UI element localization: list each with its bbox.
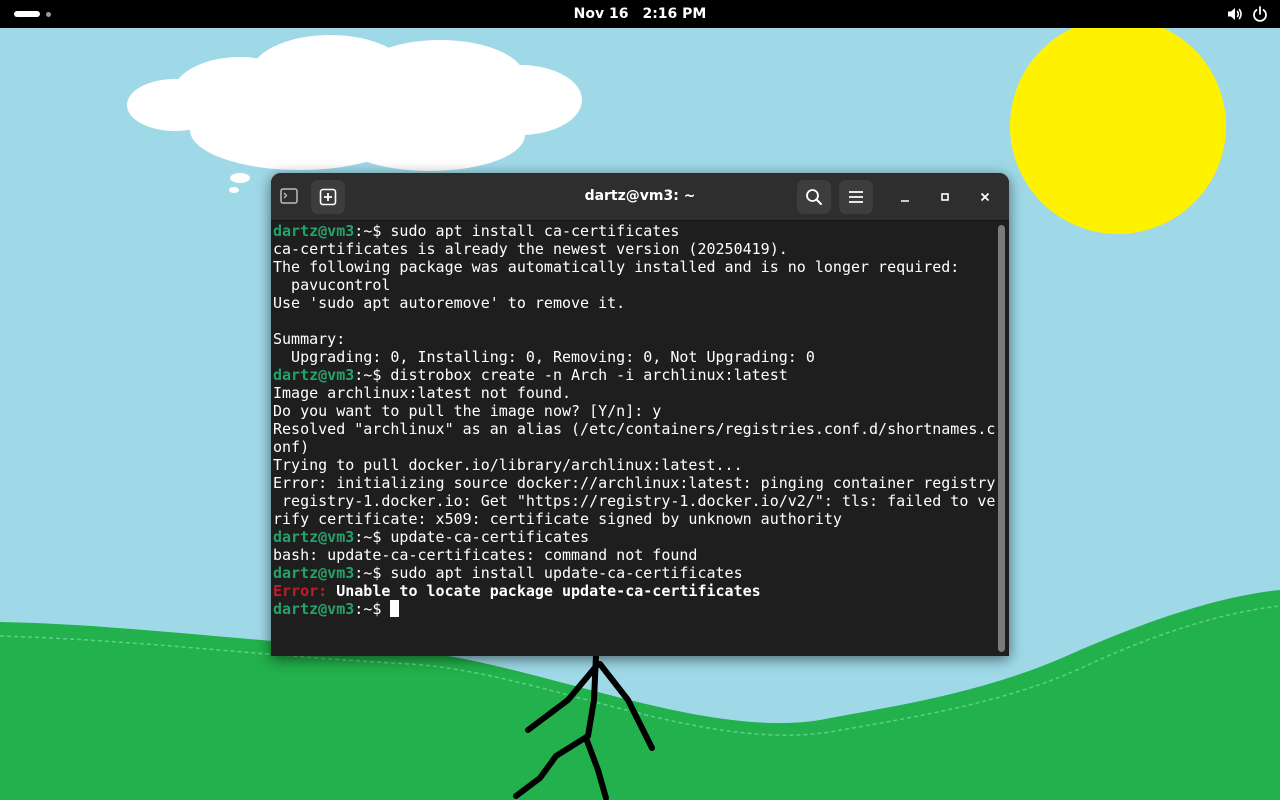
terminal-line: bash: update-ca-certificates: command no… [273,546,995,564]
maximize-button[interactable] [933,185,957,209]
command-text: distrobox create -n Arch -i archlinux:la… [390,366,788,384]
terminal-line: pavucontrol [273,276,995,294]
error-message: Unable to locate package update-ca-certi… [327,582,761,600]
output-text: Summary: [273,330,346,348]
clock-date: Nov 16 [573,6,629,22]
terminal-line: Do you want to pull the image now? [Y/n]… [273,402,995,420]
output-text: Upgrading: 0, Installing: 0, Removing: 0… [273,348,815,366]
output-text: rify certificate: x509: certificate sign… [273,510,842,528]
scrollbar-thumb[interactable] [998,225,1005,652]
output-text: Use 'sudo apt autoremove' to remove it. [273,294,626,312]
terminal-line: dartz@vm3:~$ sudo apt install ca-certifi… [273,222,995,240]
terminal-line: dartz@vm3:~$ distrobox create -n Arch -i… [273,366,995,384]
clock-time: 2:16 PM [642,6,707,22]
prompt-user: dartz@vm3 [273,222,355,240]
search-button[interactable] [797,180,831,214]
terminal-line: The following package was automatically … [273,258,995,276]
terminal-line: Summary: [273,330,995,348]
output-text: bash: update-ca-certificates: command no… [273,546,698,564]
output-text: ca-certificates is already the newest ve… [273,240,788,258]
menu-button[interactable] [839,180,873,214]
terminal-line: Error: Unable to locate package update-c… [273,582,995,600]
terminal-text: dartz@vm3:~$ sudo apt install ca-certifi… [273,222,995,618]
prompt-separator: :~$ [354,366,391,384]
minimize-icon [901,200,909,202]
new-tab-icon [319,188,337,206]
new-tab-button[interactable] [311,180,345,214]
prompt-separator: :~$ [354,600,391,618]
close-button[interactable] [973,185,997,209]
window-headerbar[interactable]: dartz@vm3: ~ [271,173,1009,221]
terminal-line: ca-certificates is already the newest ve… [273,240,995,258]
terminal-line: rify certificate: x509: certificate sign… [273,510,995,528]
output-text: Resolved "archlinux" as an alias (/etc/c… [273,420,996,438]
prompt-separator: :~$ [354,222,391,240]
sun-drawing [1010,18,1226,234]
output-text: Do you want to pull the image now? [Y/n]… [273,402,662,420]
terminal-line: dartz@vm3:~$ sudo apt install update-ca-… [273,564,995,582]
command-text: update-ca-certificates [390,528,590,546]
minimize-button[interactable] [893,185,917,209]
maximize-icon [941,193,949,201]
output-text: Trying to pull docker.io/library/archlin… [273,456,743,474]
command-text: sudo apt install update-ca-certificates [390,564,743,582]
hamburger-menu-icon [849,191,863,203]
output-text: pavucontrol [273,276,391,294]
volume-icon[interactable] [1226,5,1244,23]
prompt-user: dartz@vm3 [273,366,355,384]
terminal-line: onf) [273,438,995,456]
prompt-user: dartz@vm3 [273,564,355,582]
scrollbar[interactable] [998,225,1005,652]
terminal-line: registry-1.docker.io: Get "https://regis… [273,492,995,510]
prompt-separator: :~$ [354,528,391,546]
power-icon[interactable] [1252,5,1268,23]
top-bar: Nov 16 2:16 PM [0,0,1280,28]
terminal-line: dartz@vm3:~$ update-ca-certificates [273,528,995,546]
clock-button[interactable]: Nov 16 2:16 PM [0,0,1280,28]
terminal-output-area[interactable]: dartz@vm3:~$ sudo apt install ca-certifi… [271,221,1009,656]
terminal-line: Error: initializing source docker://arch… [273,474,995,492]
output-text: The following package was automatically … [273,258,960,276]
terminal-line: Use 'sudo apt autoremove' to remove it. [273,294,995,312]
terminal-line: Trying to pull docker.io/library/archlin… [273,456,995,474]
output-text: Image archlinux:latest not found. [273,384,572,402]
text-cursor [390,600,400,617]
search-icon [806,189,822,205]
terminal-line: Upgrading: 0, Installing: 0, Removing: 0… [273,348,995,366]
terminal-line: Image archlinux:latest not found. [273,384,995,402]
command-text: sudo apt install ca-certificates [390,222,680,240]
prompt-user: dartz@vm3 [273,600,355,618]
output-text: onf) [273,438,310,456]
system-tray[interactable] [1218,5,1268,23]
output-text: Error: initializing source docker://arch… [273,474,996,492]
terminal-window[interactable]: dartz@vm3: ~ dartz@vm3:~$ sudo apt insta… [271,173,1009,656]
error-label: Error: [273,582,328,600]
prompt-user: dartz@vm3 [273,528,355,546]
close-icon [980,192,990,202]
terminal-icon[interactable] [278,185,300,207]
prompt-separator: :~$ [354,564,391,582]
output-text: registry-1.docker.io: Get "https://regis… [273,492,996,510]
terminal-line: Resolved "archlinux" as an alias (/etc/c… [273,420,995,438]
terminal-line: dartz@vm3:~$ [273,600,995,618]
